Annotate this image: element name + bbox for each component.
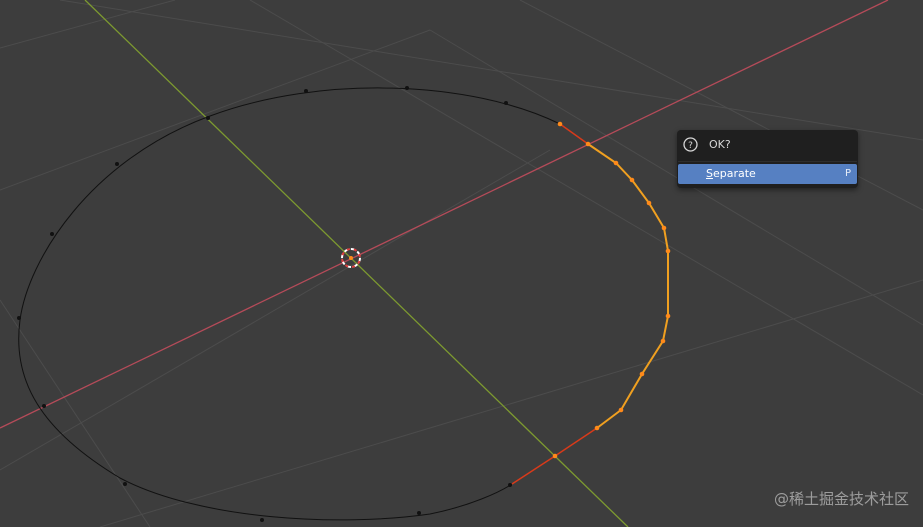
menu-item-label: Separate bbox=[706, 167, 756, 180]
popup-header: ? OK? bbox=[677, 130, 858, 160]
popup-title: OK? bbox=[709, 138, 731, 151]
watermark-text: @稀土掘金技术社区 bbox=[773, 490, 909, 508]
menu-item-shortcut: P bbox=[844, 168, 851, 179]
question-circle-icon: ? bbox=[683, 137, 698, 152]
x-axis-line bbox=[0, 0, 889, 429]
selected-curve-segment bbox=[587, 143, 669, 429]
partial-selected-segment-top bbox=[559, 123, 589, 145]
menu-item-separate[interactable]: Separate P bbox=[678, 164, 857, 184]
3d-viewport[interactable]: ? OK? Separate P @稀土掘金技术社区 bbox=[0, 0, 923, 527]
popup-divider bbox=[678, 161, 857, 162]
3d-cursor-icon bbox=[341, 248, 361, 268]
unselected-control-points bbox=[17, 86, 512, 522]
selected-control-points bbox=[552, 121, 671, 459]
viewport-scene[interactable] bbox=[0, 0, 923, 527]
separate-confirm-popup: ? OK? Separate P bbox=[677, 130, 858, 188]
floor-grid bbox=[0, 0, 923, 527]
svg-text:?: ? bbox=[688, 141, 693, 151]
